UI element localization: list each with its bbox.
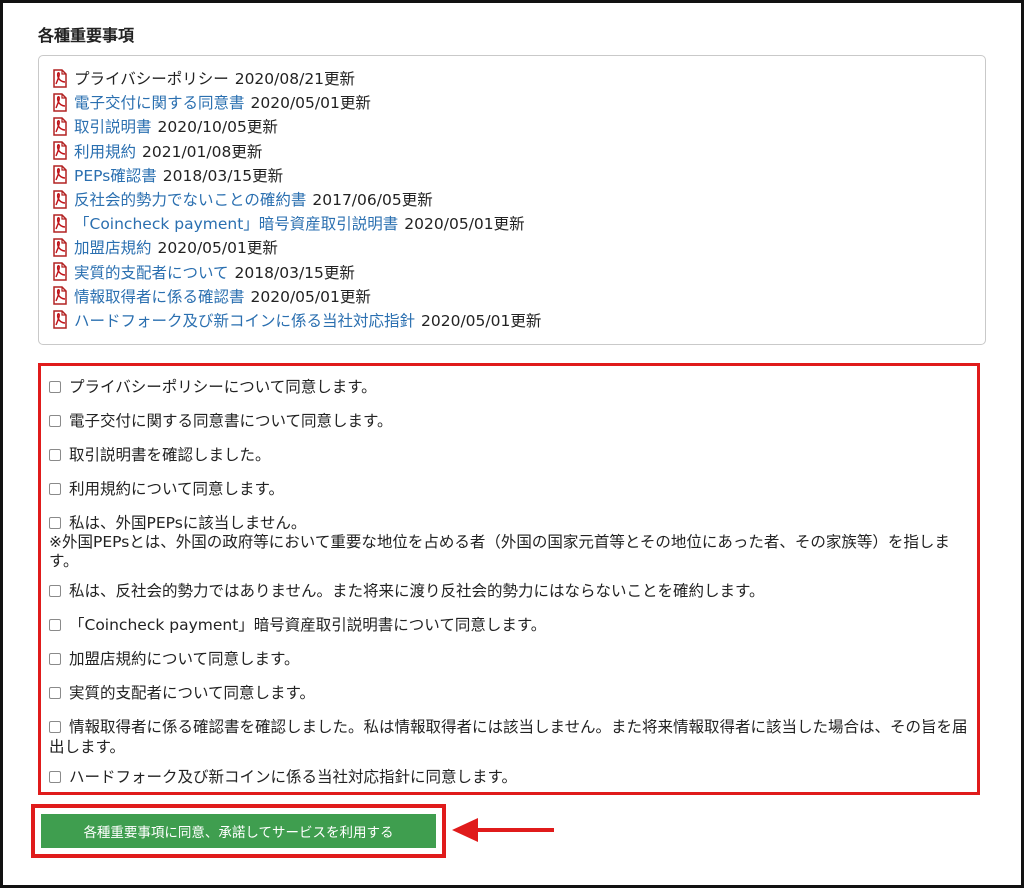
document-date: 2020/05/01更新 xyxy=(250,287,371,306)
document-link[interactable]: PEPs確認書 xyxy=(74,164,157,186)
agreement-checklist: プライバシーポリシーについて同意します。 電子交付に関する同意書について同意しま… xyxy=(38,363,980,795)
document-date: 2020/05/01更新 xyxy=(404,215,525,234)
agreement-label: 取引説明書を確認しました。 xyxy=(69,446,271,464)
agreement-label: 電子交付に関する同意書について同意します。 xyxy=(69,412,393,430)
document-link[interactable]: 取引説明書 xyxy=(74,115,152,137)
document-date: 2020/05/01更新 xyxy=(157,239,278,258)
document-date: 2017/06/05更新 xyxy=(312,191,433,210)
pdf-icon xyxy=(51,213,69,233)
agree-checkbox[interactable] xyxy=(49,585,61,597)
agreement-label: 加盟店規約について同意します。 xyxy=(69,650,300,668)
document-row: 「Coincheck payment」暗号資産取引説明書 2020/05/01更… xyxy=(51,211,985,235)
agreement-item: ハードフォーク及び新コインに係る当社対応指針に同意します。 xyxy=(49,767,977,787)
agree-checkbox[interactable] xyxy=(49,415,61,427)
agree-checkbox[interactable] xyxy=(49,619,61,631)
document-link[interactable]: ハードフォーク及び新コインに係る当社対応指針 xyxy=(74,309,415,331)
document-row: 情報取得者に係る確認書 2020/05/01更新 xyxy=(51,284,985,308)
document-row: PEPs確認書 2018/03/15更新 xyxy=(51,163,985,187)
document-row: 実質的支配者について 2018/03/15更新 xyxy=(51,260,985,284)
agreement-item: 加盟店規約について同意します。 xyxy=(49,649,977,669)
agreement-item: 電子交付に関する同意書について同意します。 xyxy=(49,411,977,431)
pdf-icon xyxy=(51,165,69,185)
document-link[interactable]: 「Coincheck payment」暗号資産取引説明書 xyxy=(74,212,398,234)
section-title: 各種重要事項 xyxy=(38,26,135,45)
agree-submit-button[interactable]: 各種重要事項に同意、承諾してサービスを利用する xyxy=(41,814,436,848)
document-name: プライバシーポリシー xyxy=(74,70,229,89)
agreement-item: 取引説明書を確認しました。 xyxy=(49,445,977,465)
agreement-label: ハードフォーク及び新コインに係る当社対応指針に同意します。 xyxy=(69,768,517,786)
agreement-item: 「Coincheck payment」暗号資産取引説明書について同意します。 xyxy=(49,615,977,635)
pdf-icon xyxy=(51,117,69,136)
document-link[interactable]: 情報取得者に係る確認書 xyxy=(74,285,245,307)
document-list: プライバシーポリシー 2020/08/21更新 電子交付に関する同意書 2020… xyxy=(38,55,986,345)
agreement-label: 利用規約について同意します。 xyxy=(69,480,284,498)
submit-highlight: 各種重要事項に同意、承諾してサービスを利用する xyxy=(31,804,446,858)
pdf-icon xyxy=(51,286,69,306)
agreement-item: プライバシーポリシーについて同意します。 xyxy=(49,377,977,397)
document-row: 取引説明書 2020/10/05更新 xyxy=(51,114,985,138)
agreement-item: 情報取得者に係る確認書を確認しました。私は情報取得者には該当しません。また将来情… xyxy=(49,717,974,757)
document-date: 2020/05/01更新 xyxy=(250,94,371,113)
agree-checkbox[interactable] xyxy=(49,771,61,783)
pdf-icon xyxy=(51,189,69,209)
agreement-label: 実質的支配者について同意します。 xyxy=(69,684,315,702)
document-date: 2020/10/05更新 xyxy=(157,118,278,137)
document-link[interactable]: 電子交付に関する同意書 xyxy=(74,91,245,113)
pdf-icon xyxy=(51,141,69,160)
peps-note: ※外国PEPsとは、外国の政府等において重要な地位を占める者（外国の国家元首等と… xyxy=(49,533,950,570)
document-row: ハードフォーク及び新コインに係る当社対応指針 2020/05/01更新 xyxy=(51,308,985,332)
document-link[interactable]: 反社会的勢力でないことの確約書 xyxy=(74,188,306,210)
agreement-label: 「Coincheck payment」暗号資産取引説明書について同意します。 xyxy=(69,616,547,634)
document-row: 反社会的勢力でないことの確約書 2017/06/05更新 xyxy=(51,187,985,211)
pdf-icon xyxy=(51,68,69,88)
pdf-icon xyxy=(51,310,69,330)
document-date: 2020/08/21更新 xyxy=(234,70,356,89)
agree-checkbox[interactable] xyxy=(49,721,61,733)
agreement-item: 私は、外国PEPsに該当しません。 ※外国PEPsとは、外国の政府等において重要… xyxy=(49,513,977,571)
document-row: プライバシーポリシー 2020/08/21更新 xyxy=(51,66,985,90)
agreement-item: 実質的支配者について同意します。 xyxy=(49,683,977,703)
document-date: 2021/01/08更新 xyxy=(142,142,263,161)
agree-checkbox[interactable] xyxy=(49,483,61,495)
document-row: 電子交付に関する同意書 2020/05/01更新 xyxy=(51,90,985,114)
document-row: 加盟店規約 2020/05/01更新 xyxy=(51,235,985,259)
document-date: 2018/03/15更新 xyxy=(162,166,284,185)
pointer-arrow-icon xyxy=(452,818,554,842)
document-link[interactable]: 利用規約 xyxy=(74,140,136,162)
agree-checkbox[interactable] xyxy=(49,653,61,665)
document-date: 2020/05/01更新 xyxy=(421,311,542,330)
document-row: 利用規約 2021/01/08更新 xyxy=(51,139,985,163)
agree-checkbox[interactable] xyxy=(49,517,61,529)
agreement-label: 情報取得者に係る確認書を確認しました。私は情報取得者には該当しません。また将来情… xyxy=(49,718,968,756)
document-link[interactable]: 実質的支配者について xyxy=(74,261,229,283)
pdf-icon xyxy=(51,93,69,112)
document-link[interactable]: 加盟店規約 xyxy=(74,236,152,258)
agree-checkbox[interactable] xyxy=(49,381,61,393)
agreement-item: 利用規約について同意します。 xyxy=(49,479,977,499)
agree-checkbox[interactable] xyxy=(49,449,61,461)
pdf-icon xyxy=(51,262,69,281)
agree-checkbox[interactable] xyxy=(49,687,61,699)
pdf-icon xyxy=(51,238,69,257)
agreement-label: 私は、反社会的勢力ではありません。また将来に渡り反社会的勢力にはならないことを確… xyxy=(69,582,765,600)
document-date: 2018/03/15更新 xyxy=(234,263,355,282)
agreement-label: 私は、外国PEPsに該当しません。 xyxy=(69,514,307,532)
agreement-item: 私は、反社会的勢力ではありません。また将来に渡り反社会的勢力にはならないことを確… xyxy=(49,581,977,601)
agreement-label: プライバシーポリシーについて同意します。 xyxy=(69,378,377,396)
